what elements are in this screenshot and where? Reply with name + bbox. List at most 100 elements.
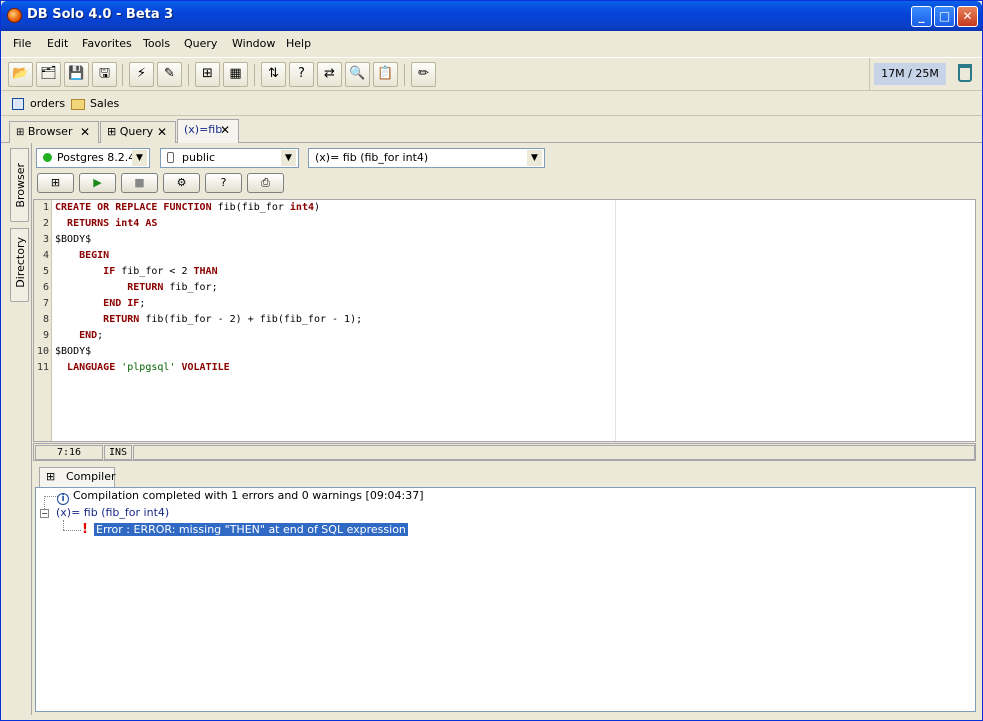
schema-select-value: public (182, 151, 216, 164)
menu-edit[interactable]: Edit (47, 37, 68, 50)
close-button[interactable]: ✕ (957, 6, 978, 27)
line-number: 11 (36, 362, 49, 373)
insert-mode: INS (104, 445, 132, 460)
app-logo-icon (7, 8, 22, 23)
data-compare-icon[interactable]: ⇄ (317, 62, 342, 87)
info-icon: i (57, 493, 69, 505)
browser-icon[interactable]: ⊞ (195, 62, 220, 87)
window-title: DB Solo 4.0 - Beta 3 (27, 7, 174, 22)
code-line[interactable]: END; (55, 330, 103, 341)
open-recent-icon[interactable]: 🗂 (36, 62, 61, 87)
code-line[interactable]: LANGUAGE 'plpgsql' VOLATILE (55, 362, 230, 373)
line-number: 7 (42, 298, 49, 309)
function-select[interactable]: (x)= fib (fib_for int4) ▼ (308, 148, 545, 168)
sidebar-tab-label: Browser (14, 163, 27, 208)
compilation-summary[interactable]: i Compilation completed with 1 errors and… (57, 489, 424, 505)
save-icon[interactable]: 💾 (64, 62, 89, 87)
compiler-panel: ⊞ Compiler i Compilation completed with 1… (33, 467, 978, 714)
server-select[interactable]: Postgres 8.2.4 ▼ (36, 148, 150, 168)
line-number: 2 (42, 218, 49, 229)
menu-bar: File Edit Favorites Tools Query Window H… (1, 31, 982, 55)
code-line[interactable]: $BODY$ (55, 234, 91, 245)
tab-compiler[interactable]: ⊞ Compiler (39, 467, 116, 487)
code-line[interactable]: IF fib_for < 2 THAN (55, 266, 217, 277)
code-line[interactable]: $BODY$ (55, 346, 91, 357)
search-icon[interactable]: 🔍 (345, 62, 370, 87)
memory-usage: 17M / 25M (874, 63, 946, 85)
save-all-icon[interactable]: 🖫 (92, 62, 117, 87)
menu-query[interactable]: Query (184, 37, 217, 50)
close-icon[interactable]: ✕ (220, 120, 230, 140)
function-node-label: (x)= fib (fib_for int4) (56, 506, 170, 519)
error-icon: ! (82, 522, 88, 537)
menu-window[interactable]: Window (232, 37, 275, 50)
code-line[interactable]: CREATE OR REPLACE FUNCTION fib(fib_for i… (55, 202, 320, 213)
code-line[interactable]: BEGIN (55, 250, 109, 261)
execute-button[interactable]: ▶ (79, 173, 116, 193)
disconnect-icon[interactable]: ✎ (157, 62, 182, 87)
tab-label: Query (119, 125, 154, 138)
menu-file[interactable]: File (13, 37, 31, 50)
favorites-bar: orders Sales (1, 92, 982, 116)
close-icon[interactable]: ✕ (157, 122, 167, 142)
tab-query[interactable]: ⊞ Query ✕ (100, 121, 176, 143)
schema-select[interactable]: public ▼ (160, 148, 299, 168)
tab-browser[interactable]: ⊞ Browser ✕ (9, 121, 99, 143)
schema-compare-icon[interactable]: ⇅ (261, 62, 286, 87)
sidebar-tab-label: Directory (14, 237, 27, 288)
tab-label: Browser (27, 125, 73, 138)
menu-help[interactable]: Help (286, 37, 311, 50)
sidebar-tab-browser[interactable]: Browser (10, 148, 29, 222)
code-line[interactable]: END IF; (55, 298, 145, 309)
error-message: Error : ERROR: missing "THEN" at end of … (94, 523, 408, 536)
close-icon[interactable]: ✕ (80, 122, 90, 142)
server-select-value: Postgres 8.2.4 (57, 151, 136, 164)
tab-fib[interactable]: (x)=fib ✕ (177, 119, 239, 143)
menu-tools[interactable]: Tools (143, 37, 170, 50)
help-query-button[interactable]: ? (205, 173, 242, 193)
side-panel-tabs: Browser Directory (8, 146, 30, 711)
folder-icon (71, 99, 85, 110)
connect-icon[interactable]: ⚡ (129, 62, 154, 87)
favorite-sales[interactable]: Sales (90, 97, 119, 110)
connected-status-icon (43, 153, 52, 162)
object-properties-button[interactable]: ⊞ (37, 173, 74, 193)
line-number: 6 (42, 282, 49, 293)
minimize-button[interactable]: _ (911, 6, 932, 27)
explain-plan-button[interactable]: ⚙ (163, 173, 200, 193)
trash-icon[interactable] (958, 64, 972, 82)
line-number: 8 (42, 314, 49, 325)
print-button[interactable]: ⎙ (247, 173, 284, 193)
menu-favorites[interactable]: Favorites (82, 37, 132, 50)
error-node[interactable]: Error : ERROR: missing "THEN" at end of … (94, 523, 408, 537)
schema-icon (167, 152, 174, 163)
chevron-down-icon[interactable]: ▼ (527, 150, 542, 166)
favorite-orders[interactable]: orders (30, 97, 65, 110)
memory-monitor: 17M / 25M (869, 58, 982, 90)
code-line[interactable]: RETURNS int4 AS (55, 218, 157, 229)
function-editor-panel: Postgres 8.2.4 ▼ public ▼ (x)= fib (fib_… (31, 143, 978, 715)
collapse-toggle[interactable]: − (40, 509, 49, 518)
sql-editor[interactable]: 1 2 3 4 5 6 7 8 9 10 11 CREATE OR REPLAC… (33, 199, 976, 442)
table-icon (12, 98, 24, 110)
sidebar-tab-directory[interactable]: Directory (10, 228, 29, 302)
chevron-down-icon[interactable]: ▼ (281, 150, 296, 166)
code-line[interactable]: RETURN fib_for; (55, 282, 217, 293)
open-icon[interactable]: 📂 (8, 62, 33, 87)
function-node[interactable]: (x)= fib (fib_for int4) (56, 506, 169, 520)
code-line[interactable]: RETURN fib(fib_for - 2) + fib(fib_for - … (55, 314, 362, 325)
help-query-icon[interactable]: ? (289, 62, 314, 87)
compiler-icon: ⊞ (46, 470, 56, 483)
edit-icon[interactable]: ✏ (411, 62, 436, 87)
query-grid-icon[interactable]: ▦ (223, 62, 248, 87)
clipboard-icon[interactable]: 📋 (373, 62, 398, 87)
right-margin-line (615, 200, 616, 441)
title-bar[interactable]: DB Solo 4.0 - Beta 3 _ □ ✕ (1, 1, 982, 31)
line-number: 5 (42, 266, 49, 277)
cursor-position: 7:16 (35, 445, 103, 460)
status-message (133, 445, 975, 460)
stop-button[interactable]: ■ (121, 173, 158, 193)
chevron-down-icon[interactable]: ▼ (132, 150, 147, 166)
editor-status-bar: 7:16 INS (33, 443, 976, 461)
maximize-button[interactable]: □ (934, 6, 955, 27)
